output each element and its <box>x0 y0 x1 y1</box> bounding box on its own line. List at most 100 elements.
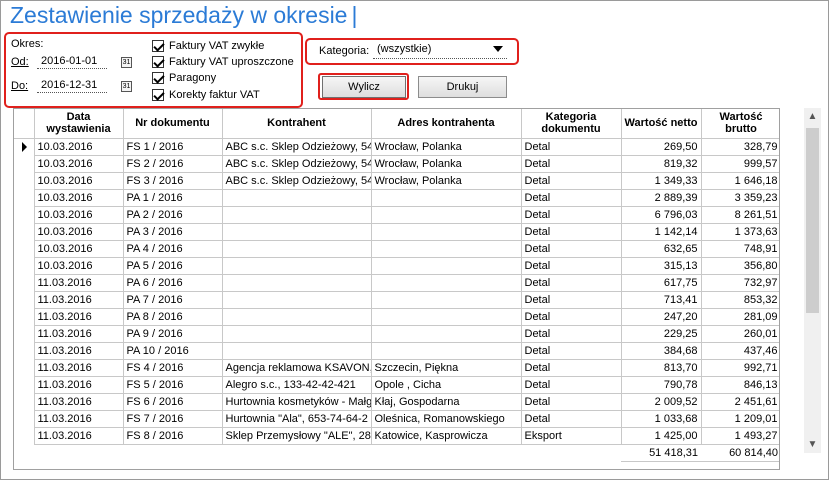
scroll-down-icon[interactable]: ▼ <box>804 436 821 453</box>
vertical-scrollbar[interactable]: ▲ ▼ <box>804 108 821 453</box>
table-row[interactable]: 11.03.2016 FS 8 / 2016 Sklep Przemysłowy "… <box>14 426 779 445</box>
cell-netto[interactable]: 632,65 <box>620 239 702 258</box>
cell-data[interactable]: 11.03.2016 <box>33 324 124 343</box>
cell-data[interactable]: 11.03.2016 <box>33 273 124 292</box>
cell-adres[interactable]: Wrocław, Polanka <box>370 154 522 173</box>
table-row[interactable]: 11.03.2016 FS 7 / 2016 Hurtownia "Ala", 65… <box>14 409 779 428</box>
cell-kategoria[interactable]: Detal <box>520 409 622 428</box>
cell-kontrahent[interactable]: Agencja reklamowa KSAVON, <box>221 358 372 377</box>
table-row[interactable]: 10.03.2016 PA 5 / 2016 Detal 315,13 356,80 <box>14 256 779 275</box>
cell-kategoria[interactable]: Detal <box>520 375 622 394</box>
cell-brutto[interactable]: 2 451,61 <box>700 392 779 411</box>
cell-adres[interactable] <box>370 222 522 241</box>
cell-data[interactable]: 10.03.2016 <box>33 137 124 156</box>
cell-nr[interactable]: PA 6 / 2016 <box>122 273 223 292</box>
cell-adres[interactable]: Oleśnica, Romanowskiego <box>370 409 522 428</box>
cell-kontrahent[interactable]: ABC s.c. Sklep Odzieżowy, 54 <box>221 137 372 156</box>
cell-nr[interactable]: PA 4 / 2016 <box>122 239 223 258</box>
cell-kontrahent[interactable] <box>221 256 372 275</box>
table-row[interactable]: 11.03.2016 FS 6 / 2016 Hurtownia kosmetykó… <box>14 392 779 411</box>
cell-brutto[interactable]: 356,80 <box>700 256 779 275</box>
drukuj-button[interactable]: Drukuj <box>418 76 507 98</box>
cell-nr[interactable]: FS 6 / 2016 <box>122 392 223 411</box>
cell-nr[interactable]: FS 3 / 2016 <box>122 171 223 190</box>
cell-data[interactable]: 11.03.2016 <box>33 409 124 428</box>
cell-kontrahent[interactable] <box>221 188 372 207</box>
table-row[interactable]: 11.03.2016 PA 6 / 2016 Detal 617,75 732,97 <box>14 273 779 292</box>
cell-netto[interactable]: 247,20 <box>620 307 702 326</box>
wylicz-button[interactable]: Wylicz <box>322 76 406 98</box>
cell-brutto[interactable]: 748,91 <box>700 239 779 258</box>
cell-kontrahent[interactable] <box>221 290 372 309</box>
cell-brutto[interactable]: 281,09 <box>700 307 779 326</box>
table-row[interactable]: 10.03.2016 FS 1 / 2016 ABC s.c. Sklep Odzi… <box>14 137 779 156</box>
checkbox-checked-icon[interactable] <box>152 56 164 68</box>
table-row[interactable]: 10.03.2016 PA 1 / 2016 Detal 2 889,39 3 359,… <box>14 188 779 207</box>
cell-data[interactable]: 11.03.2016 <box>33 290 124 309</box>
cell-netto[interactable]: 813,70 <box>620 358 702 377</box>
cell-adres[interactable] <box>370 239 522 258</box>
cell-data[interactable]: 10.03.2016 <box>33 154 124 173</box>
table-row[interactable]: 11.03.2016 FS 4 / 2016 Agencja reklamowa K… <box>14 358 779 377</box>
cell-adres[interactable] <box>370 324 522 343</box>
cell-nr[interactable]: FS 4 / 2016 <box>122 358 223 377</box>
cell-kategoria[interactable]: Detal <box>520 324 622 343</box>
cell-nr[interactable]: PA 9 / 2016 <box>122 324 223 343</box>
cell-kontrahent[interactable] <box>221 273 372 292</box>
cell-brutto[interactable]: 1 646,18 <box>700 171 779 190</box>
calendar-icon[interactable]: 31 <box>121 80 132 92</box>
cell-netto[interactable]: 2 889,39 <box>620 188 702 207</box>
cell-netto[interactable]: 1 033,68 <box>620 409 702 428</box>
cell-data[interactable]: 11.03.2016 <box>33 307 124 326</box>
col-header-brutto[interactable]: Wartość brutto <box>700 109 779 139</box>
cell-nr[interactable]: PA 8 / 2016 <box>122 307 223 326</box>
cell-adres[interactable] <box>370 205 522 224</box>
checkbox-checked-icon[interactable] <box>152 72 164 84</box>
checkbox-checked-icon[interactable] <box>152 40 164 52</box>
cell-kontrahent[interactable] <box>221 324 372 343</box>
cell-kontrahent[interactable]: Hurtownia "Ala", 653-74-64-2 <box>221 409 372 428</box>
cell-kontrahent[interactable] <box>221 222 372 241</box>
cell-data[interactable]: 11.03.2016 <box>33 358 124 377</box>
cell-nr[interactable]: PA 2 / 2016 <box>122 205 223 224</box>
cell-kategoria[interactable]: Detal <box>520 358 622 377</box>
cell-kategoria[interactable]: Detal <box>520 341 622 360</box>
cell-data[interactable]: 10.03.2016 <box>33 188 124 207</box>
cell-adres[interactable]: Opole , Cicha <box>370 375 522 394</box>
table-row[interactable]: 11.03.2016 PA 7 / 2016 Detal 713,41 853,32 <box>14 290 779 309</box>
cell-nr[interactable]: PA 3 / 2016 <box>122 222 223 241</box>
cell-nr[interactable]: PA 1 / 2016 <box>122 188 223 207</box>
table-row[interactable]: 10.03.2016 PA 4 / 2016 Detal 632,65 748,91 <box>14 239 779 258</box>
cell-nr[interactable]: FS 5 / 2016 <box>122 375 223 394</box>
cell-kategoria[interactable]: Detal <box>520 273 622 292</box>
col-header-kontrahent[interactable]: Kontrahent <box>221 109 372 139</box>
cell-brutto[interactable]: 853,32 <box>700 290 779 309</box>
cell-brutto[interactable]: 992,71 <box>700 358 779 377</box>
cell-kategoria[interactable]: Detal <box>520 290 622 309</box>
cell-kategoria[interactable]: Detal <box>520 137 622 156</box>
do-date-field[interactable]: 2016-12-31 <box>37 79 107 93</box>
cell-netto[interactable]: 617,75 <box>620 273 702 292</box>
cell-nr[interactable]: PA 7 / 2016 <box>122 290 223 309</box>
cell-data[interactable]: 11.03.2016 <box>33 392 124 411</box>
cell-nr[interactable]: PA 10 / 2016 <box>122 341 223 360</box>
cell-kontrahent[interactable]: Sklep Przemysłowy "ALE", 28 <box>221 426 372 445</box>
table-row[interactable]: 10.03.2016 FS 3 / 2016 ABC s.c. Sklep Odzi… <box>14 171 779 190</box>
cell-data[interactable]: 10.03.2016 <box>33 171 124 190</box>
table-row[interactable]: 10.03.2016 PA 2 / 2016 Detal 6 796,03 8 261,… <box>14 205 779 224</box>
cell-data[interactable]: 11.03.2016 <box>33 375 124 394</box>
cell-brutto[interactable]: 846,13 <box>700 375 779 394</box>
cell-adres[interactable] <box>370 188 522 207</box>
cell-netto[interactable]: 384,68 <box>620 341 702 360</box>
cell-adres[interactable]: Wrocław, Polanka <box>370 137 522 156</box>
cell-kontrahent[interactable]: Alegro s.c., 133-42-42-421 <box>221 375 372 394</box>
cell-kontrahent[interactable]: ABC s.c. Sklep Odzieżowy, 54 <box>221 154 372 173</box>
cell-netto[interactable]: 1 142,14 <box>620 222 702 241</box>
cell-kategoria[interactable]: Detal <box>520 392 622 411</box>
calendar-icon[interactable]: 31 <box>121 56 132 68</box>
col-header-data[interactable]: Data wystawienia <box>33 109 124 139</box>
cell-brutto[interactable]: 1 493,27 <box>700 426 779 445</box>
table-row[interactable]: 11.03.2016 PA 9 / 2016 Detal 229,25 260,01 <box>14 324 779 343</box>
cell-data[interactable]: 10.03.2016 <box>33 205 124 224</box>
scrollbar-thumb[interactable] <box>806 128 819 313</box>
